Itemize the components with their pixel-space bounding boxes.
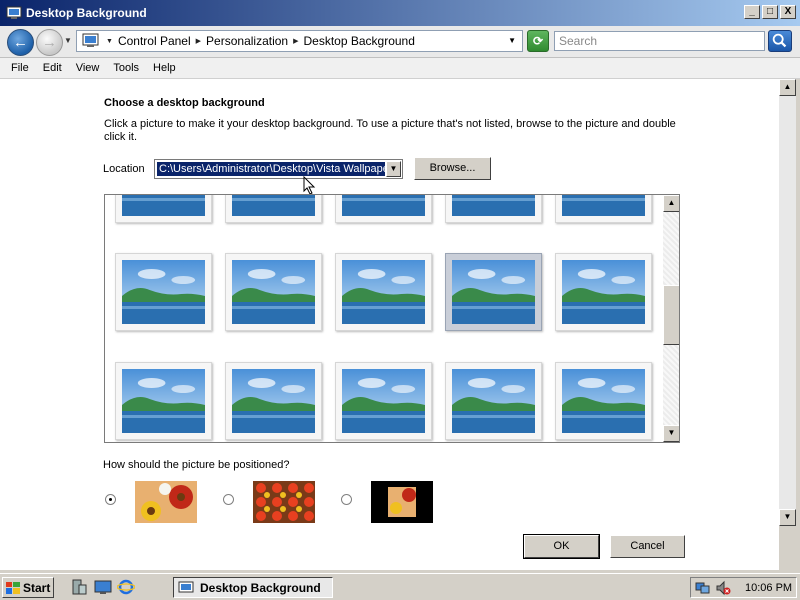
forward-button[interactable]: → (36, 29, 63, 56)
scroll-up-icon[interactable]: ▲ (663, 195, 679, 212)
location-label: Location (103, 163, 145, 175)
wallpaper-thumbnail[interactable] (335, 195, 432, 223)
maximize-button[interactable]: □ (762, 5, 778, 19)
control-panel-icon (6, 6, 22, 19)
search-input[interactable]: Search (554, 31, 765, 51)
page-description: Click a picture to make it your desktop … (104, 118, 676, 143)
breadcrumb-separator-icon[interactable]: ▶ (293, 37, 298, 45)
ok-button[interactable]: OK (523, 534, 600, 559)
back-button[interactable]: ← (7, 29, 34, 56)
cancel-button[interactable]: Cancel (610, 535, 685, 558)
wallpaper-image (232, 195, 315, 216)
mouse-cursor-icon (303, 176, 316, 195)
wallpaper-image (562, 260, 645, 324)
location-select[interactable]: C:\Users\Administrator\Desktop\Vista Wal… (154, 159, 403, 179)
position-question: How should the picture be positioned? (103, 459, 290, 471)
gallery-scroll-thumb[interactable] (663, 285, 679, 345)
wallpaper-thumbnail[interactable] (445, 253, 542, 331)
breadcrumb-separator-icon[interactable]: ▼ (106, 38, 113, 45)
gallery-scrollbar[interactable]: ▲ ▼ (663, 195, 679, 442)
wallpaper-image (562, 195, 645, 216)
wallpaper-image (452, 195, 535, 216)
wallpaper-thumbnail[interactable] (225, 195, 322, 223)
search-icon (772, 33, 787, 48)
scroll-down-icon[interactable]: ▼ (779, 509, 796, 526)
server-manager-icon[interactable] (70, 579, 88, 595)
taskbar: Start Desktop Background 10:06 PM (0, 573, 800, 600)
wallpaper-thumbnail[interactable] (555, 195, 652, 223)
menu-help[interactable]: Help (146, 62, 183, 74)
menu-edit[interactable]: Edit (36, 62, 69, 74)
wallpaper-thumbnail[interactable] (115, 253, 212, 331)
wallpaper-image (452, 260, 535, 324)
wallpaper-thumbnail[interactable] (115, 362, 212, 440)
system-tray: 10:06 PM (690, 577, 797, 598)
control-panel-icon (82, 33, 99, 47)
menu-file[interactable]: File (4, 62, 36, 74)
wallpaper-image (562, 369, 645, 433)
location-value[interactable]: C:\Users\Administrator\Desktop\Vista Wal… (157, 162, 385, 176)
refresh-button[interactable]: ⟳ (527, 30, 549, 52)
show-desktop-icon[interactable] (94, 579, 112, 595)
internet-explorer-icon[interactable] (117, 579, 135, 595)
wallpaper-image (342, 369, 425, 433)
control-panel-icon (178, 581, 194, 592)
breadcrumb-control-panel[interactable]: Control Panel (118, 34, 191, 48)
address-toolbar: ← → ▼ ▼ Control Panel ▶ Personalization … (0, 26, 800, 58)
address-bar[interactable]: ▼ Control Panel ▶ Personalization ▶ Desk… (76, 30, 523, 52)
wallpaper-image (452, 369, 535, 433)
start-button[interactable]: Start (2, 577, 54, 598)
wallpaper-thumbnail[interactable] (445, 195, 542, 223)
browse-button[interactable]: Browse... (414, 157, 491, 180)
position-fit-image[interactable] (135, 481, 197, 523)
position-tile-radio[interactable] (223, 494, 234, 505)
wallpaper-image (342, 195, 425, 216)
window-title-bar[interactable]: Desktop Background _ □ X (0, 0, 800, 26)
start-label: Start (23, 580, 51, 595)
position-tile-image[interactable] (253, 481, 315, 523)
wallpaper-thumbnail[interactable] (445, 362, 542, 440)
breadcrumb-separator-icon[interactable]: ▶ (196, 37, 201, 45)
breadcrumb-personalization[interactable]: Personalization (206, 34, 288, 48)
windows-logo-icon (6, 581, 20, 594)
taskbar-desktop-background[interactable]: Desktop Background (173, 577, 333, 598)
scroll-up-icon[interactable]: ▲ (779, 79, 796, 96)
wallpaper-thumbnail[interactable] (115, 195, 212, 223)
position-center-radio[interactable] (341, 494, 352, 505)
minimize-button[interactable]: _ (744, 5, 760, 19)
wallpaper-thumbnail[interactable] (555, 253, 652, 331)
window-title: Desktop Background (26, 6, 147, 20)
wallpaper-thumbnail[interactable] (225, 253, 322, 331)
wallpaper-image (232, 369, 315, 433)
page-title: Choose a desktop background (104, 97, 265, 109)
menu-tools[interactable]: Tools (106, 62, 146, 74)
location-dropdown-icon[interactable]: ▼ (386, 161, 401, 177)
scroll-down-icon[interactable]: ▼ (663, 425, 679, 442)
wallpaper-image (122, 369, 205, 433)
wallpaper-image (342, 260, 425, 324)
window-scrollbar[interactable]: ▲ ▼ (779, 79, 796, 526)
volume-muted-icon[interactable] (715, 580, 731, 596)
menu-view[interactable]: View (69, 62, 107, 74)
wallpaper-thumbnail[interactable] (225, 362, 322, 440)
search-button[interactable] (768, 30, 792, 52)
network-icon[interactable] (695, 580, 711, 596)
wallpaper-image (122, 260, 205, 324)
wallpaper-thumbnail[interactable] (335, 362, 432, 440)
position-center-image[interactable] (371, 481, 433, 523)
wallpaper-image (122, 195, 205, 216)
wallpaper-gallery[interactable]: ▲ ▼ (104, 194, 680, 443)
address-dropdown-icon[interactable]: ▼ (508, 36, 516, 45)
menu-bar: File Edit View Tools Help (0, 58, 800, 79)
task-label: Desktop Background (200, 580, 321, 595)
recent-pages-dropdown-icon[interactable]: ▼ (64, 36, 72, 45)
close-button[interactable]: X (780, 5, 796, 19)
wallpaper-image (232, 260, 315, 324)
breadcrumb-desktop-background[interactable]: Desktop Background (304, 34, 415, 48)
wallpaper-thumbnail[interactable] (555, 362, 652, 440)
main-content: Choose a desktop background Click a pict… (0, 79, 779, 570)
wallpaper-thumbnail[interactable] (335, 253, 432, 331)
clock[interactable]: 10:06 PM (745, 582, 792, 594)
position-fit-radio[interactable] (105, 494, 116, 505)
